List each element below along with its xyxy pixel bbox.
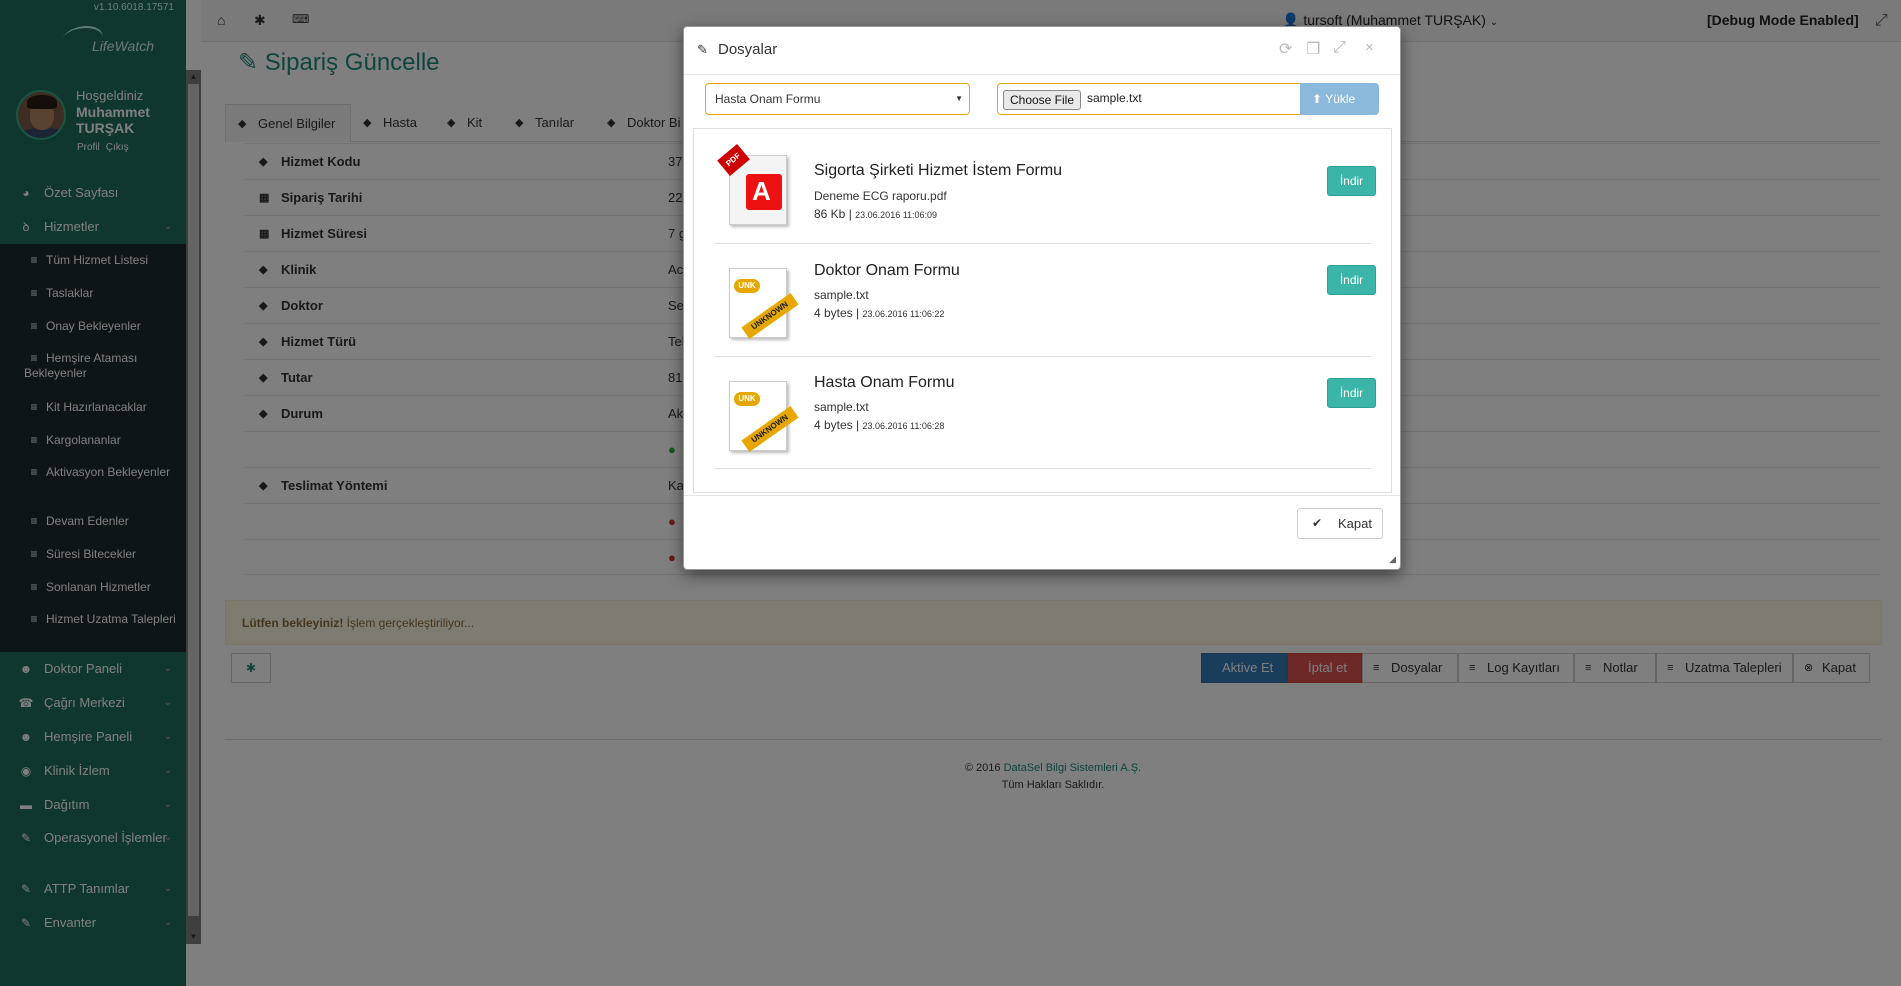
list-item: UNK UNKNOWN Doktor Onam Formu sample.txt … <box>715 244 1376 357</box>
download-button[interactable]: İndir <box>1327 166 1376 196</box>
check-circle-icon: ✔ <box>1312 516 1323 530</box>
form-type-select[interactable]: Hasta Onam Formu ▼ <box>705 83 970 115</box>
maximize-icon[interactable]: ⤢ <box>1333 39 1346 57</box>
choose-file-button[interactable]: Choose File <box>1003 90 1081 110</box>
file-title: Hasta Onam Formu <box>814 374 955 391</box>
download-button[interactable]: İndir <box>1327 378 1376 408</box>
file-name: sample.txt <box>814 400 869 414</box>
file-input[interactable]: Choose File sample.txt <box>997 83 1300 115</box>
list-item: A PDF Sigorta Şirketi Hizmet İstem Formu … <box>715 129 1376 244</box>
modal-footer <box>684 495 1400 496</box>
file-meta: 4 bytes | 23.06.2016 11:06:22 <box>814 306 945 320</box>
upload-icon: ⬆ <box>1312 92 1323 106</box>
resize-handle-icon[interactable]: ◢ <box>1389 554 1396 565</box>
list-item: UNK UNKNOWN Hasta Onam Formu sample.txt 4… <box>715 357 1376 469</box>
file-title: Sigorta Şirketi Hizmet İstem Formu <box>814 162 1063 179</box>
unknown-file-icon: UNK UNKNOWN <box>725 379 799 453</box>
close-modal-button[interactable]: ✔ Kapat <box>1297 508 1383 539</box>
unknown-file-icon: UNK UNKNOWN <box>725 266 799 340</box>
modal-title: Dosyalar <box>718 41 778 58</box>
file-name: Deneme ECG raporu.pdf <box>814 189 947 203</box>
file-meta: 86 Kb | 23.06.2016 11:06:09 <box>814 207 938 221</box>
modal-header: ✎ Dosyalar ⟳ ❐ ⤢ × <box>684 27 1400 75</box>
download-button[interactable]: İndir <box>1327 265 1376 295</box>
selected-file-name: sample.txt <box>1087 91 1142 105</box>
file-title: Doktor Onam Formu <box>814 262 960 279</box>
upload-button[interactable]: ⬆ Yükle <box>1300 83 1379 115</box>
pdf-file-icon: A PDF <box>717 143 791 227</box>
files-modal: ✎ Dosyalar ⟳ ❐ ⤢ × Hasta Onam Formu ▼ Cho… <box>683 26 1401 570</box>
refresh-icon[interactable]: ⟳ <box>1279 39 1292 59</box>
file-meta: 4 bytes | 23.06.2016 11:06:28 <box>814 418 945 432</box>
file-list: A PDF Sigorta Şirketi Hizmet İstem Formu … <box>693 128 1392 493</box>
close-icon[interactable]: × <box>1365 39 1374 56</box>
caret-down-icon: ▼ <box>955 94 963 103</box>
edit-icon: ✎ <box>697 42 708 57</box>
file-name: sample.txt <box>814 288 869 302</box>
restore-icon[interactable]: ❐ <box>1306 39 1320 59</box>
